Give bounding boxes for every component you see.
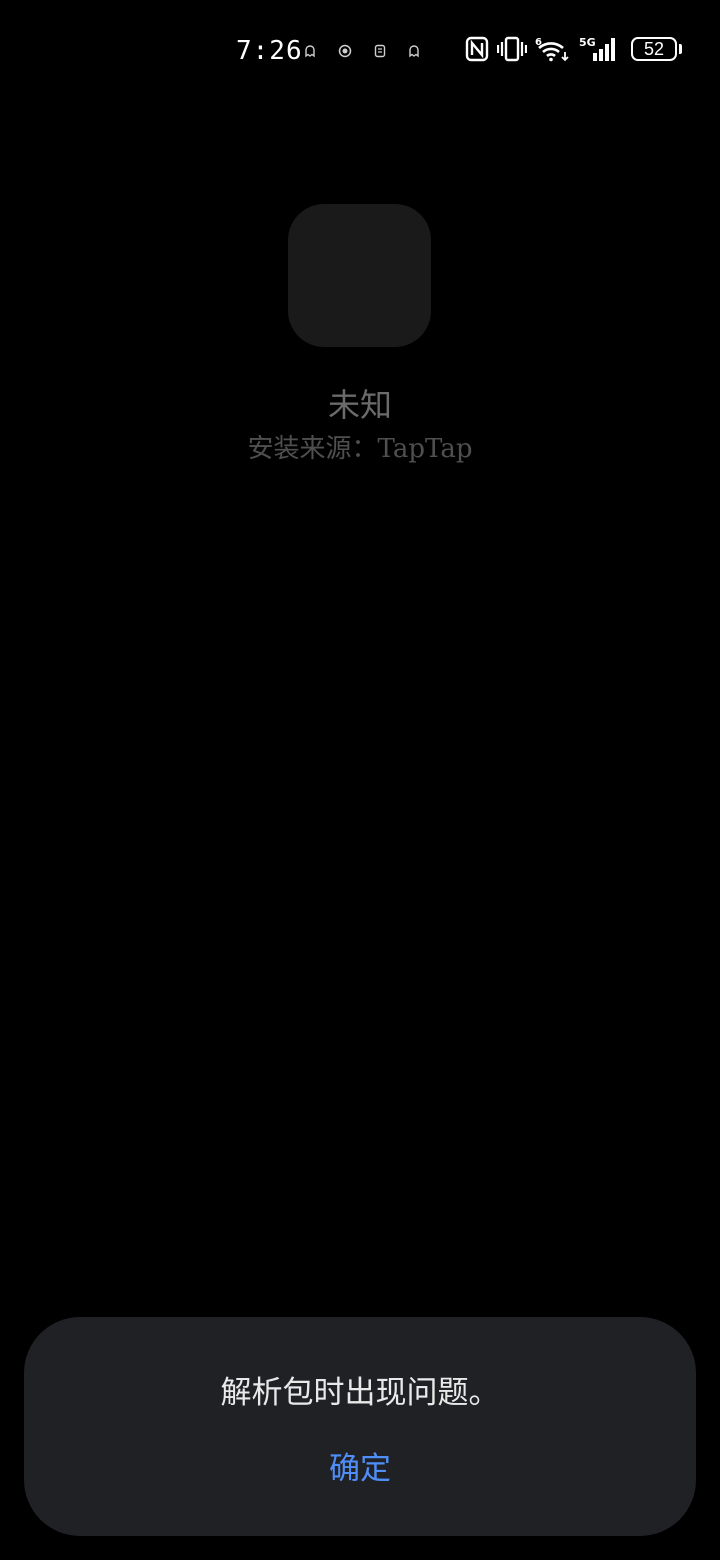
status-bar: 7:26 6 5G 52	[0, 0, 720, 106]
error-dialog: 解析包时出现问题。 确定	[24, 1317, 696, 1536]
ok-button[interactable]: 确定	[310, 1441, 410, 1497]
battery-tip	[679, 44, 682, 54]
dialog-message: 解析包时出现问题。	[220, 1375, 500, 1411]
notification-icons	[304, 44, 420, 58]
app-name: 未知	[327, 386, 392, 424]
ghost-icon	[409, 45, 419, 58]
svg-text:5G: 5G	[579, 36, 596, 49]
battery-indicator: 52	[631, 37, 677, 61]
signal-5g-icon: 5G	[579, 36, 615, 61]
record-icon	[338, 44, 352, 58]
nfc-icon	[465, 36, 489, 62]
app-icon-placeholder	[288, 204, 431, 347]
vibrate-icon	[497, 36, 527, 62]
system-icons: 6 5G 52	[465, 36, 682, 62]
app-icon	[374, 44, 386, 58]
status-time: 7:26	[236, 36, 303, 66]
wifi-6-icon: 6	[535, 37, 569, 62]
ghost-icon	[305, 45, 315, 58]
install-source: 安装来源：TapTap	[247, 434, 473, 464]
battery-level: 52	[643, 39, 665, 59]
